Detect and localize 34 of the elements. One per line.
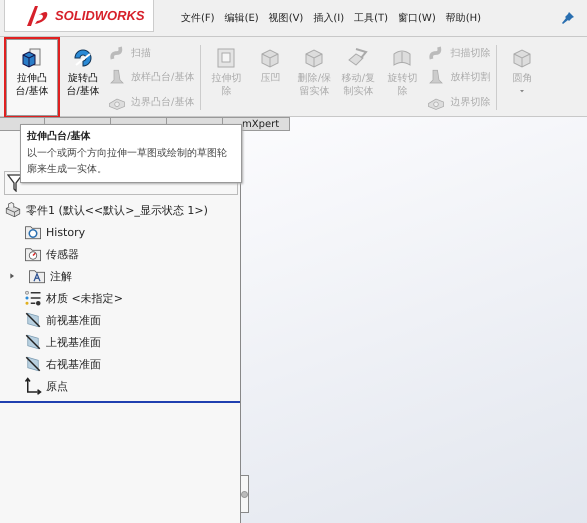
expand-icon[interactable]	[8, 272, 16, 280]
menu-item[interactable]: 文件(F)	[176, 11, 220, 25]
tree-item[interactable]: 右视基准面	[46, 356, 101, 372]
filter-icon[interactable]	[7, 174, 23, 192]
part-icon	[4, 201, 22, 219]
tree-item[interactable]: 前视基准面	[46, 312, 101, 328]
loft-icon	[108, 68, 126, 86]
tree-item[interactable]: 注解	[50, 268, 72, 284]
tree-item[interactable]: 传感器	[46, 246, 79, 262]
tree-item[interactable]: 上视基准面	[46, 334, 101, 350]
material-icon	[24, 289, 42, 307]
tooltip-text: 以一个或两个方向拉伸一草图或绘制的草图轮廓来生成一实体。	[27, 146, 228, 177]
tree-item[interactable]: 材质 <未指定>	[46, 290, 123, 306]
menu-item[interactable]: 编辑(E)	[220, 11, 264, 25]
menu-item[interactable]: 帮助(H)	[440, 11, 486, 25]
toolbar-button[interactable]: 拉伸凸台/基体	[6, 39, 58, 116]
loft-icon	[427, 68, 446, 86]
panel-handle[interactable]	[241, 475, 249, 513]
plane-icon	[24, 311, 42, 329]
menu-item[interactable]: 窗口(W)	[393, 11, 441, 25]
caret-icon	[518, 87, 526, 95]
pin-icon[interactable]	[561, 11, 575, 25]
logo-text: SOLIDWORKS	[55, 8, 145, 23]
plane-icon	[24, 355, 42, 373]
menu-item[interactable]: 插入(I)	[308, 11, 350, 25]
plane-icon	[24, 333, 42, 351]
origin-icon	[24, 377, 42, 395]
tooltip-title: 拉伸凸台/基体	[27, 130, 92, 143]
menu-item[interactable]: 工具(T)	[349, 11, 394, 25]
menu-item[interactable]: 视图(V)	[264, 11, 308, 25]
toolbar-button[interactable]: 旋转凸台/基体	[61, 39, 105, 116]
tree-item[interactable]: 原点	[46, 378, 68, 394]
tree-item[interactable]: 零件1 (默认<<默认>_显示状态 1>)	[26, 202, 208, 218]
tree-item[interactable]: History	[46, 226, 86, 238]
